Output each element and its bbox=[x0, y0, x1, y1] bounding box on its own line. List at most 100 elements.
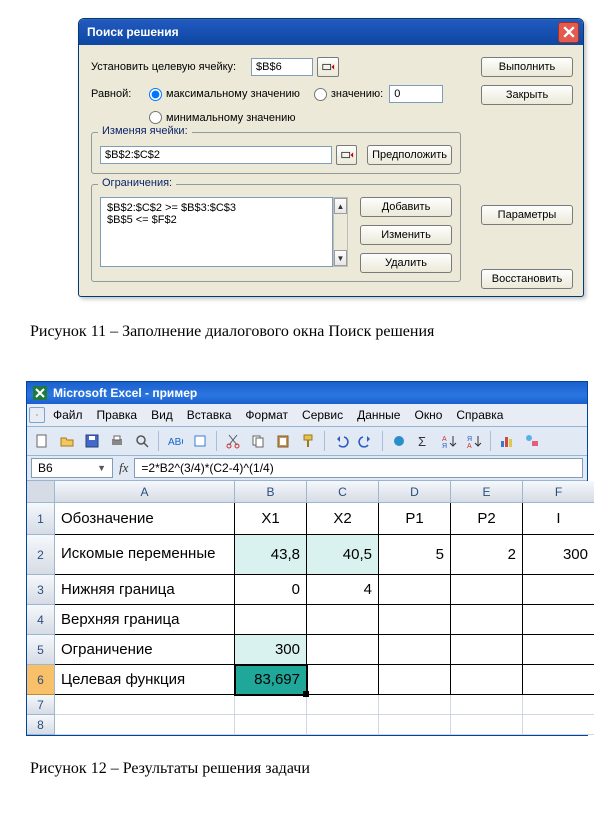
radio-value[interactable] bbox=[314, 88, 327, 101]
cell-E3[interactable] bbox=[451, 575, 523, 605]
select-all-corner[interactable] bbox=[27, 481, 55, 503]
dialog-titlebar[interactable]: Поиск решения bbox=[79, 19, 583, 45]
radio-max[interactable] bbox=[149, 88, 162, 101]
cell-B2[interactable]: 43,8 bbox=[235, 535, 307, 575]
undo-icon[interactable] bbox=[330, 430, 352, 452]
col-header[interactable]: A bbox=[55, 481, 235, 503]
hyperlink-icon[interactable] bbox=[388, 430, 410, 452]
paste-icon[interactable] bbox=[272, 430, 294, 452]
name-box[interactable]: B6 ▼ bbox=[31, 458, 113, 478]
target-cell-input[interactable] bbox=[251, 58, 313, 76]
research-icon[interactable] bbox=[189, 430, 211, 452]
cell-D5[interactable] bbox=[379, 635, 451, 665]
scroll-down-icon[interactable]: ▼ bbox=[334, 250, 347, 266]
menu-tools[interactable]: Сервис bbox=[296, 406, 349, 424]
cell-A8[interactable] bbox=[55, 715, 235, 735]
cell-B6-active[interactable]: 83,697 bbox=[235, 665, 307, 695]
cell-F6[interactable] bbox=[523, 665, 594, 695]
cell-E4[interactable] bbox=[451, 605, 523, 635]
cell-C6[interactable] bbox=[307, 665, 379, 695]
cell-C3[interactable]: 4 bbox=[307, 575, 379, 605]
menu-file[interactable]: Файл bbox=[47, 406, 89, 424]
range-picker-icon[interactable] bbox=[317, 57, 339, 77]
row-header[interactable]: 5 bbox=[27, 635, 55, 665]
cell-D7[interactable] bbox=[379, 695, 451, 715]
cell-D1[interactable]: P1 bbox=[379, 503, 451, 535]
cell-A1[interactable]: Обозначение bbox=[55, 503, 235, 535]
cell-F2[interactable]: 300 bbox=[523, 535, 594, 575]
range-picker-icon[interactable] bbox=[336, 145, 357, 165]
cell-C5[interactable] bbox=[307, 635, 379, 665]
cell-B8[interactable] bbox=[235, 715, 307, 735]
sort-asc-icon[interactable]: АЯ bbox=[438, 430, 460, 452]
chevron-down-icon[interactable]: ▼ bbox=[97, 463, 106, 473]
redo-icon[interactable] bbox=[355, 430, 377, 452]
cell-E7[interactable] bbox=[451, 695, 523, 715]
close-button[interactable]: Закрыть bbox=[481, 85, 573, 105]
print-icon[interactable] bbox=[106, 430, 128, 452]
cell-F3[interactable] bbox=[523, 575, 594, 605]
cell-A7[interactable] bbox=[55, 695, 235, 715]
parameters-button[interactable]: Параметры bbox=[481, 205, 573, 225]
cell-E6[interactable] bbox=[451, 665, 523, 695]
execute-button[interactable]: Выполнить bbox=[481, 57, 573, 77]
guess-button[interactable]: Предположить bbox=[367, 145, 452, 165]
cell-A4[interactable]: Верхняя граница bbox=[55, 605, 235, 635]
cell-A2[interactable]: Искомые переменные bbox=[55, 535, 235, 575]
cell-B4[interactable] bbox=[235, 605, 307, 635]
menu-insert[interactable]: Вставка bbox=[181, 406, 238, 424]
row-header[interactable]: 7 bbox=[27, 695, 55, 715]
scroll-up-icon[interactable]: ▲ bbox=[334, 198, 347, 214]
cell-F8[interactable] bbox=[523, 715, 594, 735]
delete-constraint-button[interactable]: Удалить bbox=[360, 253, 452, 273]
col-header[interactable]: C bbox=[307, 481, 379, 503]
cell-C1[interactable]: X2 bbox=[307, 503, 379, 535]
menu-edit[interactable]: Правка bbox=[91, 406, 144, 424]
menu-view[interactable]: Вид bbox=[145, 406, 179, 424]
cell-A6[interactable]: Целевая функция bbox=[55, 665, 235, 695]
menu-data[interactable]: Данные bbox=[351, 406, 406, 424]
open-icon[interactable] bbox=[56, 430, 78, 452]
cell-D4[interactable] bbox=[379, 605, 451, 635]
cell-D3[interactable] bbox=[379, 575, 451, 605]
copy-icon[interactable] bbox=[247, 430, 269, 452]
cell-E1[interactable]: P2 bbox=[451, 503, 523, 535]
cell-A3[interactable]: Нижняя граница bbox=[55, 575, 235, 605]
cell-C7[interactable] bbox=[307, 695, 379, 715]
save-icon[interactable] bbox=[81, 430, 103, 452]
spreadsheet-grid[interactable]: 1 2 3 4 5 6 7 8 A B C D E F G Обозначени… bbox=[27, 481, 587, 735]
cell-B1[interactable]: X1 bbox=[235, 503, 307, 535]
drawing-icon[interactable] bbox=[521, 430, 543, 452]
row-header[interactable]: 8 bbox=[27, 715, 55, 735]
cell-D2[interactable]: 5 bbox=[379, 535, 451, 575]
constraints-listbox[interactable]: $B$2:$C$2 >= $B$3:$C$3 $B$5 <= $F$2 bbox=[100, 197, 333, 267]
cell-C2[interactable]: 40,5 bbox=[307, 535, 379, 575]
excel-titlebar[interactable]: Microsoft Excel - пример bbox=[27, 382, 587, 404]
new-icon[interactable] bbox=[31, 430, 53, 452]
cell-B7[interactable] bbox=[235, 695, 307, 715]
cell-D6[interactable] bbox=[379, 665, 451, 695]
print-preview-icon[interactable] bbox=[131, 430, 153, 452]
restore-button[interactable]: Восстановить bbox=[481, 269, 573, 289]
cell-B5[interactable]: 300 bbox=[235, 635, 307, 665]
row-header[interactable]: 1 bbox=[27, 503, 55, 535]
cell-D8[interactable] bbox=[379, 715, 451, 735]
change-constraint-button[interactable]: Изменить bbox=[360, 225, 452, 245]
chart-wizard-icon[interactable] bbox=[496, 430, 518, 452]
menu-window[interactable]: Окно bbox=[408, 406, 448, 424]
col-header[interactable]: E bbox=[451, 481, 523, 503]
col-header[interactable]: B bbox=[235, 481, 307, 503]
autosum-icon[interactable]: Σ bbox=[413, 430, 435, 452]
cell-C8[interactable] bbox=[307, 715, 379, 735]
cell-B3[interactable]: 0 bbox=[235, 575, 307, 605]
menu-format[interactable]: Формат bbox=[239, 406, 294, 424]
cell-E5[interactable] bbox=[451, 635, 523, 665]
radio-min[interactable] bbox=[149, 111, 162, 124]
formula-bar[interactable]: =2*B2^(3/4)*(C2-4)^(1/4) bbox=[134, 458, 583, 478]
cut-icon[interactable] bbox=[222, 430, 244, 452]
col-header[interactable]: D bbox=[379, 481, 451, 503]
row-header[interactable]: 6 bbox=[27, 665, 55, 695]
changing-cells-input[interactable] bbox=[100, 146, 332, 164]
add-constraint-button[interactable]: Добавить bbox=[360, 197, 452, 217]
cell-E2[interactable]: 2 bbox=[451, 535, 523, 575]
